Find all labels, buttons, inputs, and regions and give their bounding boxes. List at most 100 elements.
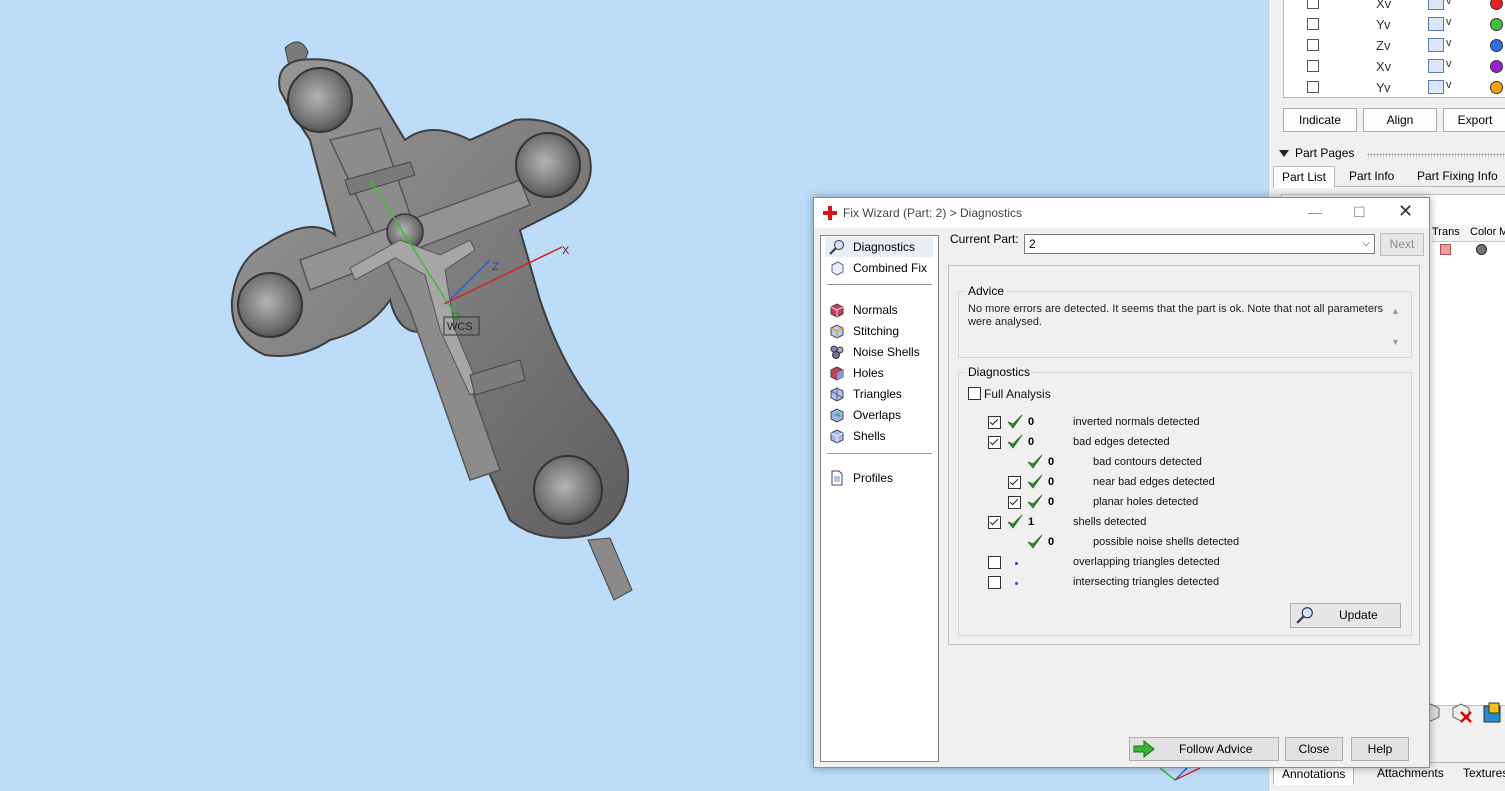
diagnostic-checkbox[interactable] [988,416,1001,429]
axis-row-checkbox[interactable] [1307,39,1319,51]
noise-shells-icon [830,345,844,359]
update-button[interactable]: Update [1290,603,1401,628]
chevron-down-icon[interactable]: v [1446,58,1452,70]
axis-row[interactable]: Xv v [1284,0,1505,14]
chevron-down-icon[interactable]: v [1446,37,1452,49]
green-check-icon [1007,514,1023,533]
help-button[interactable]: Help [1351,737,1409,761]
tab-part-list[interactable]: Part List [1273,166,1336,188]
chevron-down-icon[interactable]: v [1446,79,1452,91]
export-button[interactable]: Export [1443,108,1505,132]
axis-row[interactable]: Yv v [1284,77,1505,98]
tab-textures[interactable]: Textures [1455,763,1505,783]
nav-item-profiles[interactable]: Profiles [825,468,933,488]
chevron-down-icon[interactable]: v [1446,0,1452,7]
maximize-button[interactable]: ☐ [1353,204,1366,221]
nav-item-normals[interactable]: Normals [825,300,933,320]
diagnostic-row: 0 near bad edges detected [959,474,1399,493]
advice-title: Advice [965,284,1008,298]
view-cube-icon[interactable] [1428,38,1444,52]
delete-part-icon[interactable] [1449,700,1473,724]
axis-selector[interactable]: Xv [1376,59,1391,74]
shells-cube-icon [830,429,844,444]
diagnostic-label: inverted normals detected [1073,416,1200,428]
collapse-triangle-icon[interactable] [1279,150,1289,157]
scroll-down-icon[interactable]: ▼ [1391,337,1400,347]
nav-label: Holes [853,366,884,380]
minimize-button[interactable]: — [1308,204,1322,220]
nav-item-overlaps[interactable]: Overlaps [825,405,933,425]
full-analysis-row[interactable]: Full Analysis [968,386,1168,404]
nav-item-triangles[interactable]: Triangles [825,384,933,404]
pending-dot-icon [1015,562,1018,565]
nav-item-noise-shells[interactable]: Noise Shells [825,342,933,362]
normals-cube-icon [830,303,844,318]
dialog-titlebar[interactable]: Fix Wizard (Part: 2) > Diagnostics — ☐ ✕ [814,198,1429,228]
axis-color-swatch[interactable] [1490,0,1503,10]
column-trans[interactable]: Trans [1432,226,1460,238]
axis-selector[interactable]: Xv [1376,0,1391,11]
diagnostic-checkbox[interactable] [988,516,1001,529]
axis-row-checkbox[interactable] [1307,60,1319,72]
axis-selector[interactable]: Zv [1376,38,1390,53]
tab-part-info[interactable]: Part Info [1341,166,1402,186]
column-m[interactable]: M [1499,226,1505,238]
axis-row-checkbox[interactable] [1307,0,1319,9]
tab-part-fixing-info[interactable]: Part Fixing Info [1409,166,1505,186]
next-button[interactable]: Next [1380,233,1424,256]
nav-item-combined-fix[interactable]: Combined Fix [825,258,933,278]
view-cube-icon[interactable] [1428,17,1444,31]
diagnostic-label: intersecting triangles detected [1073,576,1220,588]
diagnostic-checkbox[interactable] [1008,476,1021,489]
axis-selector[interactable]: Yv [1376,80,1390,95]
full-analysis-checkbox[interactable] [968,387,981,400]
diagnostic-checkbox[interactable] [1008,496,1021,509]
column-color[interactable]: Color [1470,226,1496,238]
part-list-header: Trans Color M [1432,225,1505,242]
axis-selector[interactable]: Yv [1376,17,1390,32]
part-pages-header[interactable]: Part Pages [1277,146,1505,162]
axis-color-swatch[interactable] [1490,60,1503,73]
axis-color-swatch[interactable] [1490,81,1503,94]
z-axis-label: Z [492,261,499,273]
axis-row[interactable]: Xv v [1284,56,1505,77]
view-cube-icon[interactable] [1428,0,1444,10]
chevron-down-icon: v [1384,0,1392,11]
diagnostic-label: bad edges detected [1073,436,1170,448]
align-button[interactable]: Align [1363,108,1437,132]
axis-color-swatch[interactable] [1490,39,1503,52]
view-cube-icon[interactable] [1428,80,1444,94]
scroll-up-icon[interactable]: ▲ [1391,306,1400,316]
diagnostic-row: overlapping triangles detected [959,555,1399,573]
nav-label: Stitching [853,324,900,338]
diagnostic-checkbox[interactable] [988,436,1001,449]
close-button[interactable]: Close [1285,737,1343,761]
chevron-down-icon[interactable]: v [1446,16,1452,28]
view-cube-icon[interactable] [1428,59,1444,73]
dialog-title: Fix Wizard (Part: 2) > Diagnostics [843,206,1023,220]
part-pages-tabs: Part List Part Info Part Fixing Info [1273,166,1505,188]
nav-item-stitching[interactable]: Stitching [825,321,933,341]
indicate-button[interactable]: Indicate [1283,108,1357,132]
nav-item-diagnostics[interactable]: Diagnostics [825,237,933,257]
nav-item-shells[interactable]: Shells [825,426,933,446]
diagnostic-checkbox[interactable] [988,556,1001,569]
axis-color-swatch[interactable] [1490,18,1503,31]
axis-row-checkbox[interactable] [1307,18,1319,30]
diagnostic-row: 0 bad contours detected [959,454,1399,473]
close-window-button[interactable]: ✕ [1398,201,1413,222]
diagnostic-row: 0 inverted normals detected [959,414,1399,433]
axis-row-checkbox[interactable] [1307,81,1319,93]
diagnostic-checkbox[interactable] [988,576,1001,589]
diagnostics-title: Diagnostics [965,365,1034,379]
color-swatch[interactable] [1476,244,1487,255]
trans-icon[interactable] [1440,244,1451,255]
advice-group: Advice No more errors are detected. It s… [958,284,1412,358]
color-parts-icon[interactable] [1481,700,1505,724]
nav-item-holes[interactable]: Holes [825,363,933,383]
part-pages-title: Part Pages [1295,146,1355,160]
follow-advice-button[interactable]: Follow Advice [1129,737,1279,761]
current-part-select[interactable]: 2 ⌵ [1024,234,1375,254]
axis-row[interactable]: Yv v [1284,14,1505,35]
axis-row[interactable]: Zv v [1284,35,1505,56]
